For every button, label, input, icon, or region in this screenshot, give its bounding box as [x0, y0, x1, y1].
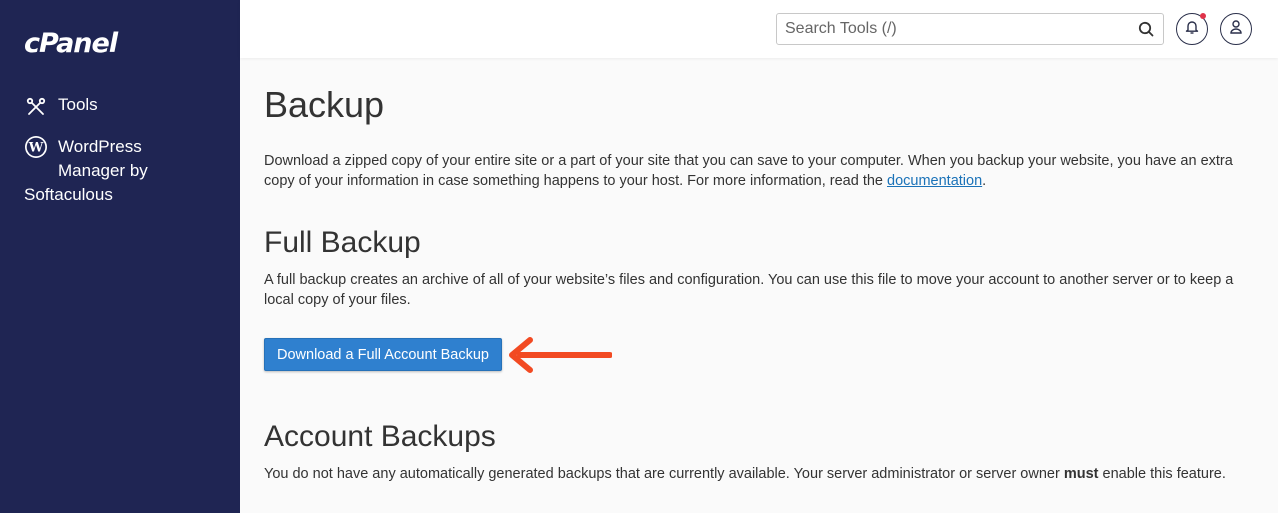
- search-box[interactable]: [776, 13, 1164, 45]
- user-menu-button[interactable]: [1220, 13, 1252, 45]
- page-title: Backup: [264, 84, 385, 125]
- search-icon[interactable]: [1137, 20, 1155, 38]
- sidebar-item-tools[interactable]: Tools: [24, 95, 98, 119]
- full-backup-description: A full backup creates an archive of all …: [264, 272, 1234, 308]
- full-backup-heading: Full Backup: [264, 226, 421, 259]
- notification-dot: [1200, 13, 1206, 19]
- acct-desc-bold: must: [1063, 466, 1099, 482]
- sidebar-item-label: Tools: [58, 95, 98, 114]
- user-icon: [1229, 19, 1243, 40]
- sidebar-item-label: WordPress: [58, 137, 142, 156]
- account-backups-description: You do not have any automatically genera…: [264, 464, 1254, 484]
- tools-icon: [24, 95, 48, 119]
- intro-body: Download a zipped copy of your entire si…: [264, 153, 1233, 189]
- cpanel-logo[interactable]: cPanel: [24, 28, 118, 59]
- sidebar-item-label-line3: Softaculous: [24, 185, 113, 204]
- intro-end: .: [982, 173, 987, 189]
- bell-icon: [1185, 19, 1199, 40]
- search-input[interactable]: [785, 20, 1137, 38]
- intro-text: Download a zipped copy of your entire si…: [264, 151, 1254, 191]
- account-backups-heading: Account Backups: [264, 420, 496, 453]
- notifications-button[interactable]: [1176, 13, 1208, 45]
- wordpress-icon: W: [24, 135, 48, 159]
- acct-desc-before: You do not have any automatically genera…: [264, 466, 1064, 482]
- sidebar-item-wordpress-manager[interactable]: W WordPress Manager by Softaculous: [24, 135, 224, 207]
- download-full-backup-button[interactable]: Download a Full Account Backup: [264, 338, 502, 371]
- sidebar: cPanel Tools W WordPress Manager by Soft…: [0, 0, 240, 513]
- documentation-link[interactable]: documentation: [887, 173, 982, 189]
- svg-text:W: W: [28, 141, 44, 156]
- annotation-arrow-icon: [509, 337, 612, 373]
- sidebar-item-label-line2: Manager by: [58, 161, 148, 180]
- acct-desc-after: enable this feature.: [1098, 466, 1226, 482]
- top-bar: [240, 0, 1278, 58]
